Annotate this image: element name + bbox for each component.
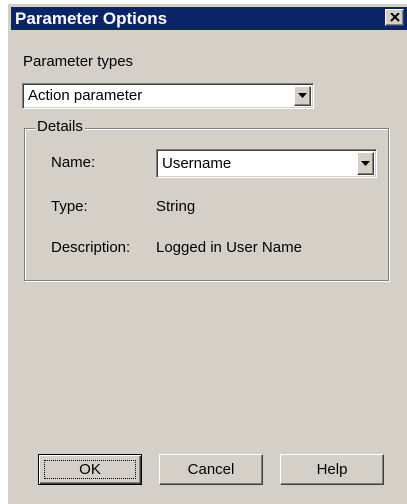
- name-label: Name:: [51, 154, 96, 171]
- cancel-button[interactable]: Cancel: [159, 454, 263, 485]
- name-dropdown-button[interactable]: [357, 152, 374, 175]
- ok-button[interactable]: OK: [38, 454, 142, 485]
- parameter-types-dropdown[interactable]: Action parameter: [22, 83, 314, 109]
- parameter-types-dropdown-button[interactable]: [294, 86, 311, 106]
- title-bar[interactable]: Parameter Options: [11, 7, 407, 30]
- help-button[interactable]: Help: [280, 454, 384, 485]
- name-dropdown[interactable]: Username: [156, 149, 377, 178]
- help-button-label: Help: [316, 461, 348, 478]
- parameter-types-value: Action parameter: [28, 87, 143, 104]
- parameter-options-dialog: Parameter Options Parameter types Action…: [8, 4, 407, 504]
- chevron-down-icon: [298, 93, 307, 98]
- close-button[interactable]: [385, 9, 404, 26]
- details-legend: Details: [35, 118, 85, 136]
- ok-button-label: OK: [79, 461, 101, 478]
- type-label: Type:: [51, 198, 88, 215]
- description-label: Description:: [51, 239, 131, 256]
- cancel-button-label: Cancel: [187, 461, 235, 478]
- dialog-title: Parameter Options: [15, 9, 168, 28]
- description-value: Logged in User Name: [156, 239, 302, 256]
- chevron-down-icon: [361, 161, 370, 166]
- close-icon: [390, 13, 400, 22]
- name-value: Username: [162, 155, 232, 172]
- parameter-types-label: Parameter types: [23, 53, 134, 70]
- type-value: String: [156, 198, 196, 215]
